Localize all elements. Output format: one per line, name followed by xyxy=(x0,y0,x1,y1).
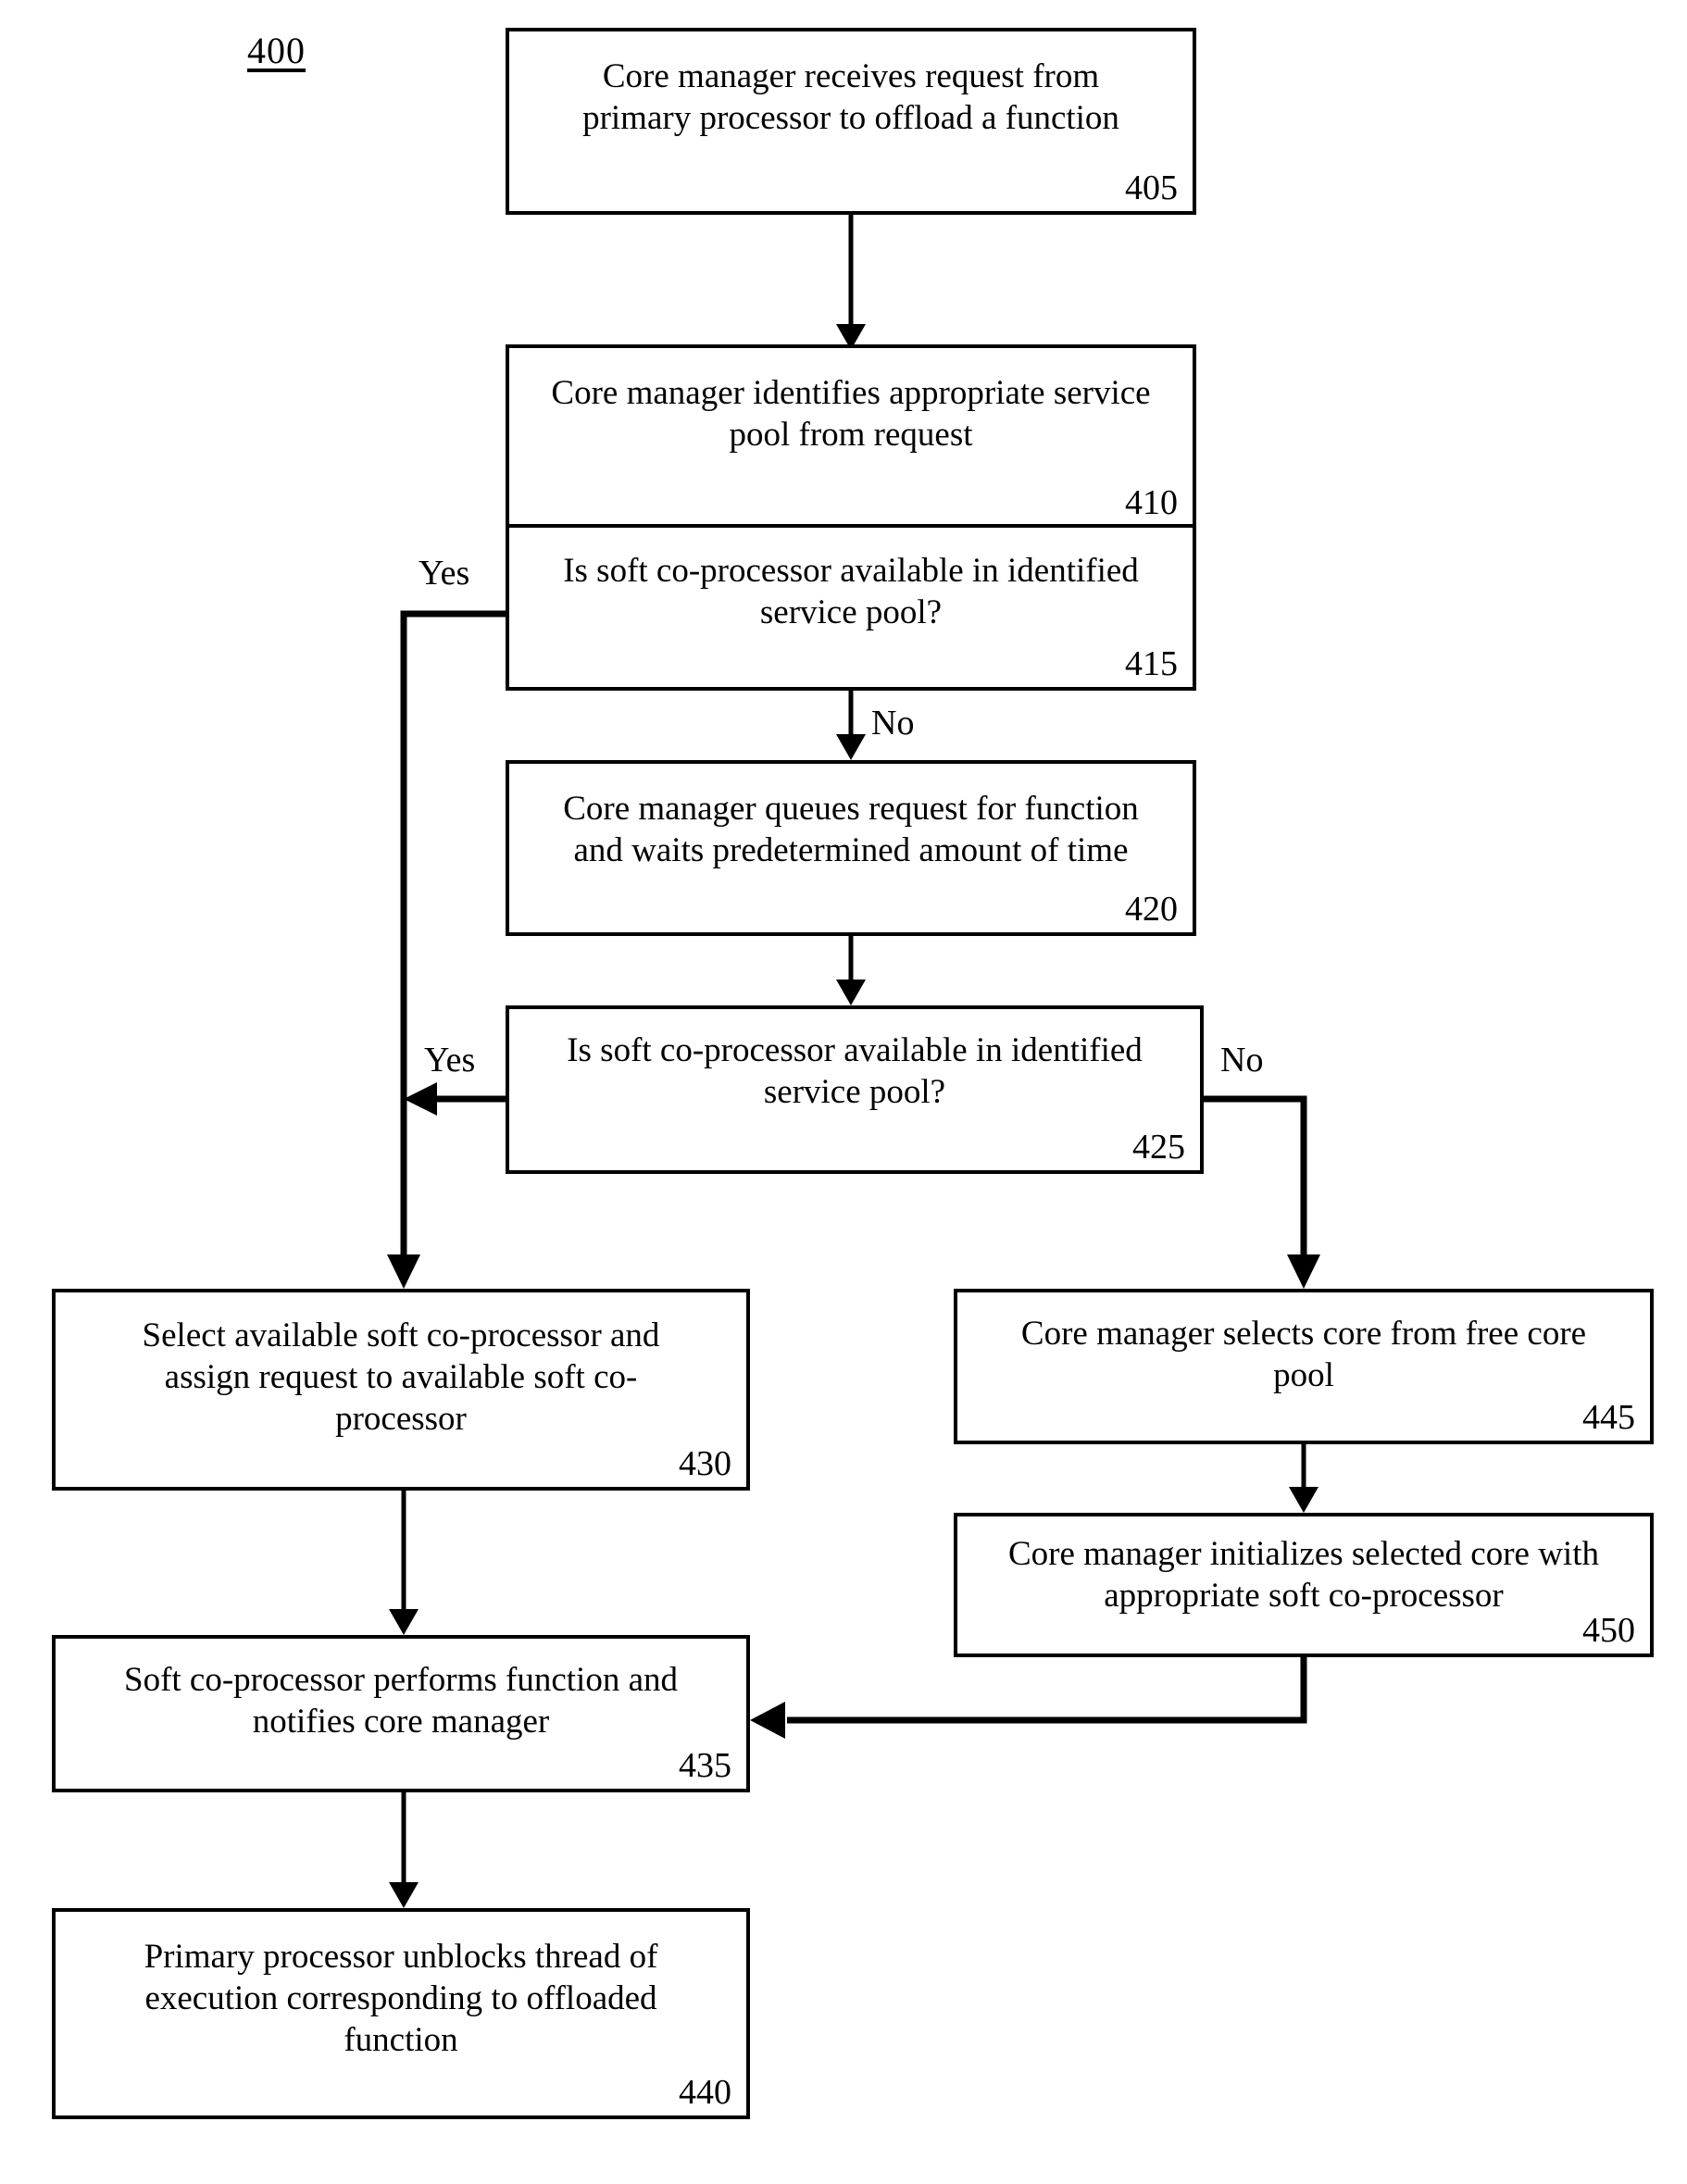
flow-node-445-text: Core manager selects core from free core… xyxy=(1020,1315,1587,1395)
figure-number-label: 400 xyxy=(247,30,306,71)
flow-node-445-ref: 445 xyxy=(1582,1398,1635,1437)
arrowhead-425-no xyxy=(1287,1254,1320,1289)
flow-node-410-text: Core manager identifies appropriate serv… xyxy=(551,374,1151,455)
flow-node-420-text: Core manager queues request for function… xyxy=(563,790,1139,870)
flow-node-415-text: Is soft co-processor available in identi… xyxy=(563,552,1139,632)
flow-node-425-ref: 425 xyxy=(1132,1128,1185,1167)
edge-label-415-no: No xyxy=(871,704,915,743)
arrowhead-415-yes xyxy=(387,1254,420,1289)
arrowhead-430-435 xyxy=(389,1609,419,1635)
flow-node-415-ref: 415 xyxy=(1125,644,1178,683)
flow-node-445: Core manager selects core from free core… xyxy=(954,1289,1654,1444)
flow-node-410: Core manager identifies appropriate serv… xyxy=(506,344,1196,530)
flow-node-440-ref: 440 xyxy=(679,2073,731,2112)
arrowhead-420-425 xyxy=(836,980,866,1005)
flow-node-405: Core manager receives request from prima… xyxy=(506,28,1196,215)
flow-node-440-text: Primary processor unblocks thread of exe… xyxy=(144,1938,658,2060)
flow-node-430-text: Select available soft co-processor and a… xyxy=(142,1317,660,1439)
arrowhead-435-440 xyxy=(389,1882,419,1908)
flow-node-430-ref: 430 xyxy=(679,1444,731,1483)
flow-node-425-text: Is soft co-processor available in identi… xyxy=(567,1031,1143,1112)
flow-node-450-ref: 450 xyxy=(1582,1611,1635,1650)
flowchart-page: 400 Core manager receives request from p… xyxy=(0,0,1687,2184)
arrowhead-415-420 xyxy=(836,734,866,760)
flow-node-440: Primary processor unblocks thread of exe… xyxy=(52,1908,750,2119)
flow-node-450: Core manager initializes selected core w… xyxy=(954,1513,1654,1657)
arrowhead-425-yes xyxy=(404,1082,437,1116)
flow-node-415: Is soft co-processor available in identi… xyxy=(506,524,1196,691)
arrowhead-445-450 xyxy=(1289,1487,1318,1513)
flow-node-420-ref: 420 xyxy=(1125,890,1178,929)
edge-label-415-yes: Yes xyxy=(419,554,470,593)
flow-node-405-text: Core manager receives request from prima… xyxy=(582,57,1119,138)
flow-node-405-ref: 405 xyxy=(1125,168,1178,207)
edge-label-425-yes: Yes xyxy=(424,1041,476,1080)
flow-node-420: Core manager queues request for function… xyxy=(506,760,1196,936)
flow-node-435: Soft co-processor performs function and … xyxy=(52,1635,750,1792)
flow-node-430: Select available soft co-processor and a… xyxy=(52,1289,750,1491)
flow-node-435-text: Soft co-processor performs function and … xyxy=(124,1661,678,1741)
flow-node-410-ref: 410 xyxy=(1125,483,1178,522)
edge-425-no xyxy=(1204,1095,1307,1259)
edge-415-yes xyxy=(400,610,507,1259)
edge-450-435 xyxy=(787,1657,1307,1724)
arrowhead-450-435 xyxy=(750,1702,785,1739)
flow-node-450-text: Core manager initializes selected core w… xyxy=(1008,1535,1599,1616)
edge-label-425-no: No xyxy=(1220,1041,1264,1080)
flow-node-425: Is soft co-processor available in identi… xyxy=(506,1005,1204,1174)
flow-node-435-ref: 435 xyxy=(679,1746,731,1785)
